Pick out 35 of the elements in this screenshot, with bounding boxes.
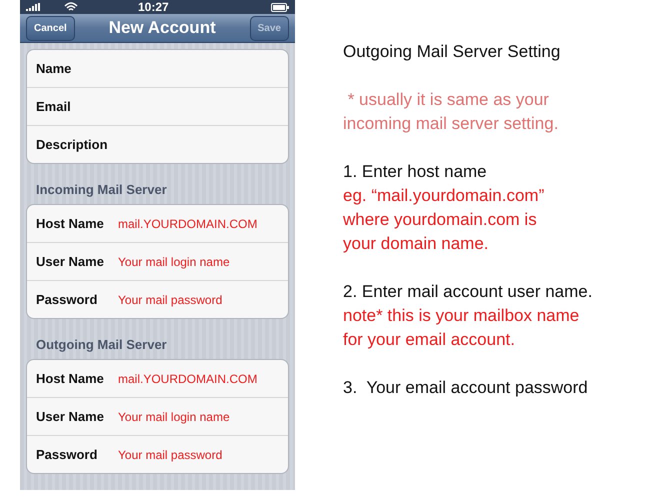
input-field[interactable]: Your mail login name — [118, 254, 230, 268]
instruction-text: eg. “mail.yourdomain.com” — [343, 185, 546, 207]
cancel-button[interactable]: Cancel — [26, 16, 75, 40]
field-label: Password — [36, 292, 98, 307]
instruction-text: 2. Enter mail account user name. — [343, 281, 592, 303]
field-label: User Name — [36, 409, 105, 424]
field-label: Host Name — [36, 216, 105, 231]
instruction-text: note* this is your mailbox name — [343, 305, 580, 327]
field-label: User Name — [36, 254, 105, 269]
instruction-text: your domain name. — [343, 233, 490, 255]
input-field[interactable]: Your mail password — [118, 292, 222, 306]
signal-icon — [26, 3, 42, 11]
status-time: 10:27 — [138, 0, 170, 14]
input-field[interactable]: mail.YOURDOMAIN.COM — [118, 216, 258, 230]
input-field[interactable]: mail.YOURDOMAIN.COM — [118, 372, 258, 386]
field-label: Host Name — [36, 371, 105, 386]
instruction-text: 1. Enter host name — [343, 161, 488, 183]
section-header: Incoming Mail Server — [35, 181, 168, 199]
field-label: Password — [36, 447, 98, 462]
field-label: Name — [36, 61, 72, 76]
field-label: Email — [36, 99, 72, 114]
screen-title: New Account — [108, 18, 217, 38]
instruction-text: * usually it is same as your — [346, 89, 550, 111]
input-field[interactable]: Your mail password — [118, 448, 222, 462]
battery-icon — [271, 2, 289, 12]
instruction-text: Outgoing Mail Server Setting — [343, 41, 562, 63]
field-label: Description — [36, 137, 109, 152]
instruction-text: for your email account. — [343, 329, 516, 351]
instruction-text: where yourdomain.com is — [343, 209, 538, 231]
input-field[interactable]: Your mail login name — [118, 410, 230, 424]
instruction-text: 3. Your email account password — [343, 377, 589, 399]
save-button[interactable]: Save — [250, 16, 289, 40]
wifi-icon — [64, 2, 78, 12]
instruction-text: incoming mail server setting. — [343, 113, 560, 135]
section-header: Outgoing Mail Server — [35, 336, 168, 354]
